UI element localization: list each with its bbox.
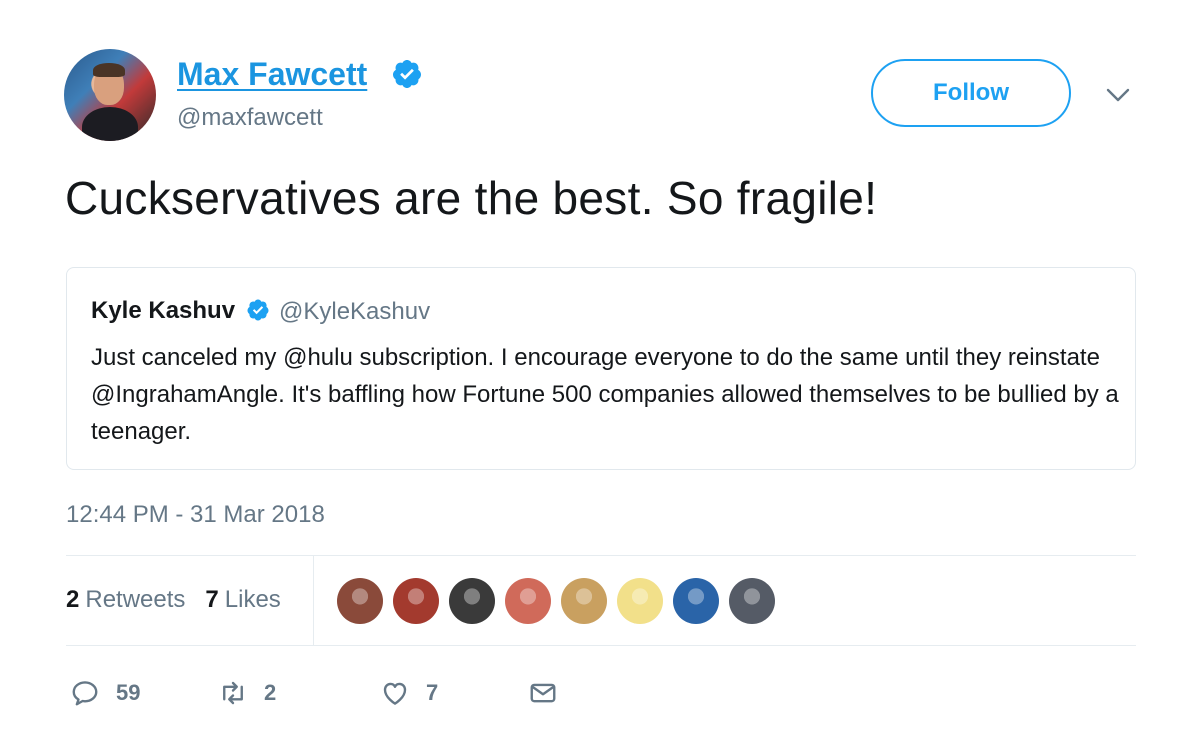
avatar-shirt <box>82 107 138 141</box>
stats-vertical-divider <box>313 556 314 645</box>
tweet-timestamp[interactable]: 12:44 PM - 31 Mar 2018 <box>66 501 325 529</box>
stats-bottom-divider <box>66 645 1136 646</box>
reply-action[interactable]: 59 <box>70 678 140 708</box>
stats-top-divider <box>66 555 1136 556</box>
verified-badge-icon <box>247 299 269 321</box>
likes-label: Likes <box>224 586 281 613</box>
liker-avatar[interactable] <box>617 578 663 624</box>
author-handle[interactable]: @maxfawcett <box>177 104 323 132</box>
liker-avatar[interactable] <box>505 578 551 624</box>
quoted-tweet-text: Just canceled my @hulu subscription. I e… <box>91 344 1119 445</box>
chevron-down-icon[interactable] <box>1105 84 1131 106</box>
direct-message-action[interactable] <box>528 678 558 708</box>
likes-stat[interactable]: 7 Likes <box>205 586 280 614</box>
quoted-author-name: Kyle Kashuv <box>91 297 236 324</box>
retweet-icon <box>223 681 243 705</box>
tweet-stats: 2 Retweets 7 Likes <box>66 586 281 614</box>
author-name-link[interactable]: Max Fawcett <box>177 56 367 93</box>
reply-count: 59 <box>116 680 141 705</box>
liker-avatars <box>337 578 775 624</box>
retweets-label: Retweets <box>85 586 186 613</box>
tweet-text: Cuckservatives are the best. So fragile! <box>65 172 878 224</box>
author-avatar[interactable] <box>64 49 156 141</box>
likes-count: 7 <box>205 586 219 613</box>
like-count: 7 <box>426 680 439 705</box>
heart-icon <box>383 682 407 705</box>
tweet-actions: 59 2 7 <box>0 678 1200 710</box>
quoted-author-handle: @KyleKashuv <box>279 298 431 325</box>
liker-avatar[interactable] <box>337 578 383 624</box>
liker-avatar[interactable] <box>561 578 607 624</box>
retweet-action[interactable]: 2 <box>218 678 276 708</box>
verified-badge-icon <box>392 60 421 88</box>
liker-avatar[interactable] <box>673 578 719 624</box>
retweet-count: 2 <box>264 680 277 705</box>
liker-avatar[interactable] <box>729 578 775 624</box>
follow-button[interactable]: Follow <box>871 59 1071 127</box>
like-action[interactable]: 7 <box>380 678 438 708</box>
liker-avatar[interactable] <box>449 578 495 624</box>
reply-icon <box>72 681 98 706</box>
retweets-count: 2 <box>66 586 80 613</box>
quoted-tweet-card[interactable]: Kyle Kashuv @KyleKashuv Just canceled my… <box>66 267 1136 470</box>
avatar-hair <box>93 63 125 77</box>
envelope-icon <box>530 683 556 703</box>
retweets-stat[interactable]: 2 Retweets <box>66 586 185 614</box>
liker-avatar[interactable] <box>393 578 439 624</box>
